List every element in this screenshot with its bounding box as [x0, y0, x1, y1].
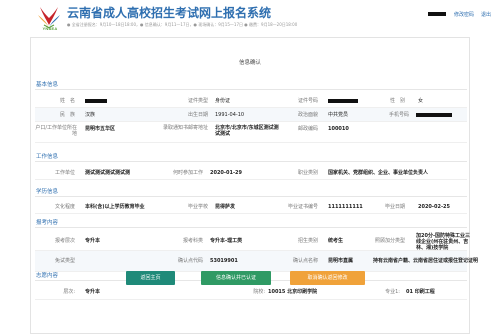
exam-category-label: 招生类别 [297, 238, 318, 244]
section-basic-info: 基本信息 [35, 81, 467, 90]
job-label: 职业类别 [297, 170, 318, 176]
confirm-code-value: 53019901 [210, 258, 238, 264]
unit-value: 测试测试测试测试测 [85, 170, 131, 176]
site-title: 云南省成人高校招生考试网上报名系统 [67, 6, 272, 20]
grad-date-label: 毕业日期 [384, 204, 405, 210]
bonus-type-value: 加20分-国防特殊工业三线企业(州在驻贵州、吉林、湘)技学院 [416, 233, 471, 251]
hukou-value: 昆明市五华区 [85, 126, 116, 132]
logout-link[interactable]: 退出 [481, 11, 491, 18]
wish-level-value: 专升本 [85, 289, 101, 295]
political-label: 政治面貌 [297, 112, 318, 118]
user-name-redacted [428, 12, 446, 16]
basic-row-1: 姓 名 证件类型 身份证 证件号码 性 别 女 [35, 94, 467, 108]
exam-subject-label: 报考科类 [182, 238, 203, 244]
panel-title: 信息确认 [238, 60, 261, 66]
confirm-code-label: 确认点代码 [177, 258, 203, 264]
school-label: 毕业学校 [187, 204, 208, 210]
cancel-confirm-button[interactable]: 取消确认返回修改 [290, 271, 365, 285]
section-exam-info: 报考内容 [35, 219, 467, 228]
work-row: 工作单位 测试测试测试测试测 何时参加工作 2020-01-29 职业类别 国家… [35, 166, 467, 180]
start-label: 何时参加工作 [172, 170, 203, 176]
postcode-value: 100010 [328, 126, 349, 132]
wish-major-value: 01 印刷工程 [406, 289, 435, 295]
confirm-panel: 信息确认 基本信息 姓 名 证件类型 身份证 证件号码 性 别 女 民 族 汉族… [30, 37, 478, 334]
exam-category-value: 统考生 [328, 238, 344, 244]
school-value: 昆得萨发 [215, 204, 236, 210]
education-row: 文化程度 本科(含)以上学历教育毕业 毕业学校 昆得萨发 毕业证书编号 1111… [35, 200, 467, 214]
confirm-point-value: 昆明市直属 [328, 258, 354, 264]
birth-label: 出生日期 [187, 112, 208, 118]
mail-label: 录取通知书邮寄地址 [162, 125, 208, 131]
grad-cert-label: 毕业证书编号 [287, 204, 318, 210]
gender-value: 女 [418, 98, 424, 104]
wish-level-label: 层次: [63, 289, 75, 295]
edu-level-label: 文化程度 [54, 204, 75, 210]
schedule-notice: ● 全省注册报名：9月10—18日18:00，● 信息确认：9月11—17日，●… [67, 22, 298, 27]
cert-type-value: 身份证 [215, 98, 231, 104]
section-education-info: 学历信息 [35, 188, 467, 197]
job-value: 国家机关、党群组织、企业、事业单位负责人 [328, 170, 429, 176]
wish-major-label: 专业1: [385, 289, 400, 295]
name-label: 姓 名 [59, 98, 75, 104]
phone-value-redacted [416, 113, 452, 117]
exam-level-value: 专升本 [85, 238, 101, 244]
unit-label: 工作单位 [54, 170, 75, 176]
site-header: YNAEA 云南省成人高校招生考试网上报名系统 ● 全省注册报名：9月10—18… [0, 0, 500, 36]
confirm-point-label: 确认点名称 [292, 258, 318, 264]
exam-level-label: 报考层次 [54, 238, 75, 244]
exam-row-2: 免试类型 确认点代码 53019901 确认点名称 昆明市直属 持有云南省户籍、… [35, 251, 478, 272]
exam-row-1: 报考层次 专升本 报考科类 专升本-理工类 招生类别 统考生 照顾加分类型 加2… [35, 231, 470, 251]
exam-subject-value: 专升本-理工类 [210, 238, 243, 244]
logo-text: YNAEA [42, 26, 58, 31]
mail-value: 北京市/北京市/东城区测试测试测试 [215, 125, 279, 137]
residence-note: 持有云南省户籍、云南省居住证或报住登记证明 [373, 258, 479, 264]
ethnic-label: 民 族 [59, 112, 75, 118]
exemption-label: 免试类型 [54, 258, 75, 264]
cert-no-value-redacted [328, 99, 358, 103]
ethnic-value: 汉族 [85, 112, 96, 118]
political-value: 中共党员 [328, 112, 349, 118]
edu-level-value: 本科(含)以上学历教育毕业 [85, 204, 145, 210]
confirm-info-button[interactable]: 信息确认并已认证 [201, 271, 271, 285]
gender-label: 性 别 [389, 98, 405, 104]
phone-label: 手机号码 [388, 112, 409, 118]
hukou-label: 户口/工作单位所在地 [35, 125, 77, 137]
cert-no-label: 证件号码 [297, 98, 318, 104]
postcode-label: 邮政编码 [297, 126, 318, 132]
grad-cert-value: 1111111111 [328, 204, 363, 210]
wish-school-value: 10015 北京印刷学院 [268, 289, 318, 295]
section-work-info: 工作信息 [35, 153, 467, 162]
wish-row: 层次: 专升本 院校: 10015 北京印刷学院 专业1: 01 印刷工程 [35, 284, 467, 300]
start-value: 2020-01-29 [210, 170, 242, 176]
bonus-type-label: 照顾加分类型 [374, 238, 405, 244]
grad-date-value: 2020-02-25 [418, 204, 450, 210]
birth-value: 1991-04-10 [215, 112, 245, 118]
back-home-button[interactable]: 返回主页 [126, 271, 175, 285]
basic-row-2: 民 族 汉族 出生日期 1991-04-10 政治面貌 中共党员 手机号码 [35, 108, 467, 122]
change-password-link[interactable]: 修改密码 [454, 11, 474, 18]
cert-type-label: 证件类型 [187, 98, 208, 104]
wish-school-label: 院校: [253, 289, 265, 295]
name-value-redacted [85, 99, 107, 103]
basic-row-3: 户口/工作单位所在地 昆明市五华区 录取通知书邮寄地址 北京市/北京市/东城区测… [35, 122, 467, 143]
